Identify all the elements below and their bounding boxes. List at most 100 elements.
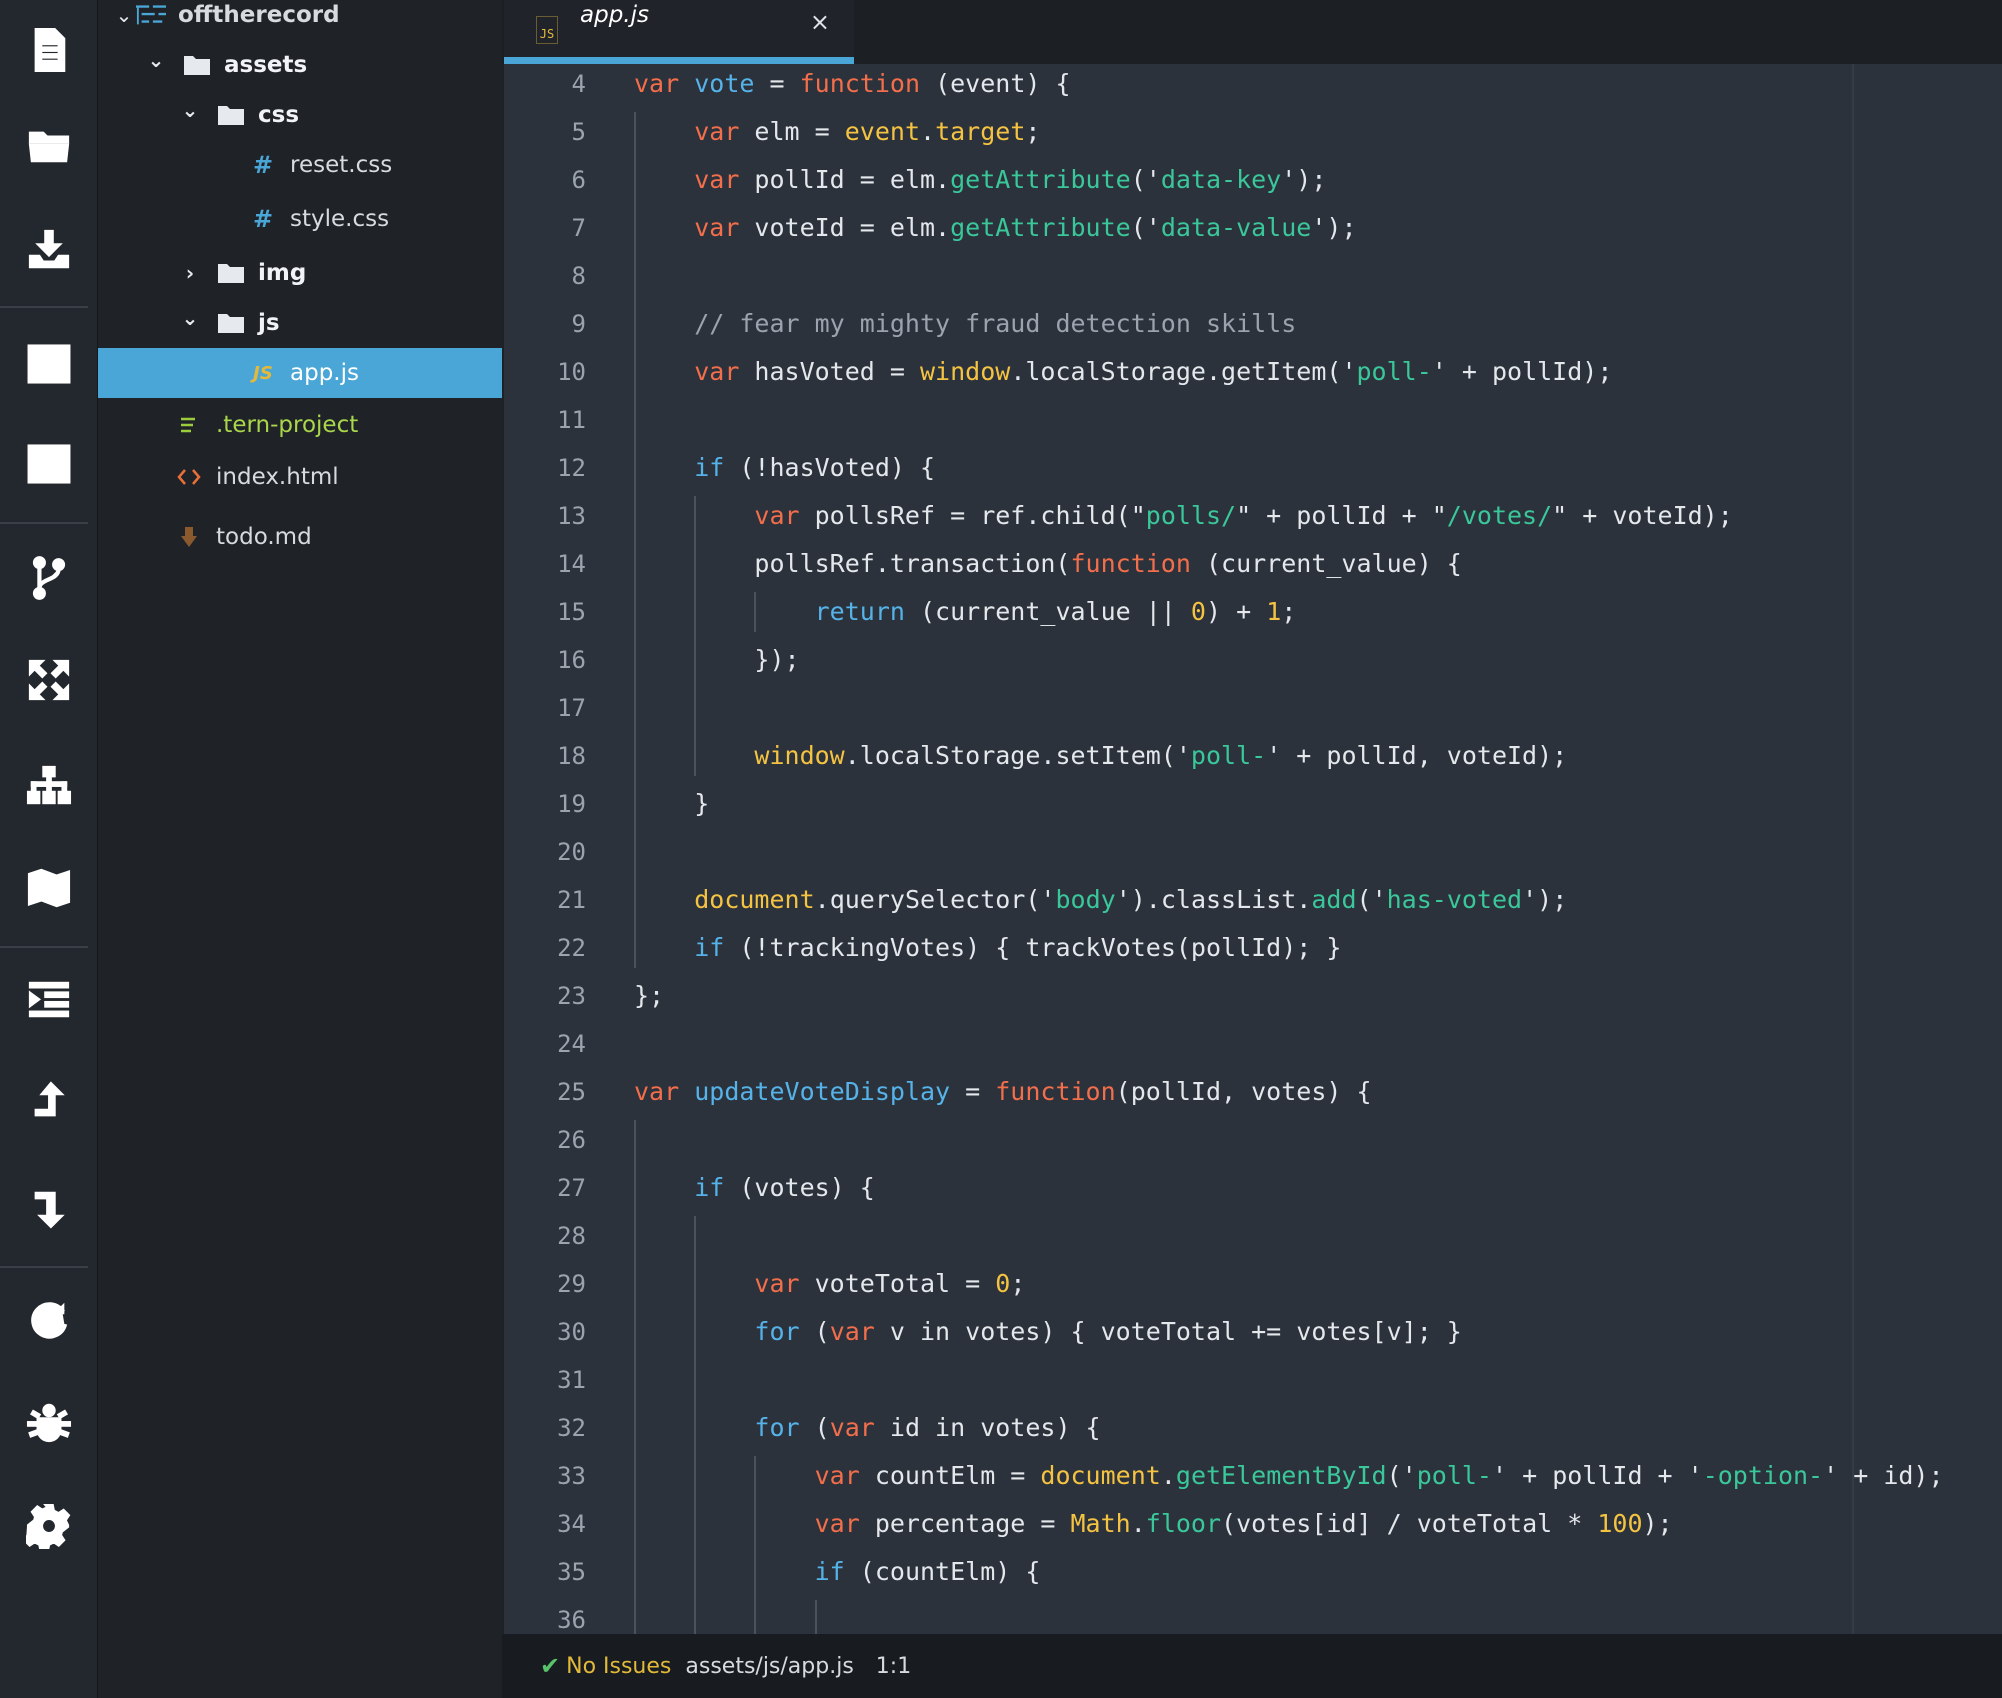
line-number: 8 [571, 262, 586, 290]
code-token: target [935, 117, 1026, 146]
chevron-down-icon: ⌄ [115, 3, 133, 27]
code-line[interactable]: }; [634, 972, 664, 1020]
file-reset-css[interactable]: # reset.css [98, 140, 502, 190]
cursor-position[interactable]: 1:1 [876, 1654, 911, 1679]
code-line[interactable]: }); [634, 636, 799, 684]
code-line[interactable]: // fear my mighty fraud detection skills [634, 300, 1296, 348]
split-vertical-button[interactable] [0, 314, 98, 418]
fullscreen-button[interactable] [0, 630, 98, 734]
indent-guide [634, 112, 636, 968]
bug-icon [26, 1399, 72, 1449]
code-token: id in votes) { [874, 1413, 1101, 1442]
code-line[interactable]: var percentage = Math.floor(votes[id] / … [634, 1500, 1673, 1548]
file-todo-md[interactable]: todo.md [98, 512, 502, 562]
code-line[interactable]: window.localStorage.setItem('poll-' + po… [634, 732, 1567, 780]
code-line[interactable]: var pollsRef = ref.child("polls/" + poll… [634, 492, 1732, 540]
bug-button[interactable] [0, 1372, 98, 1476]
download-arrow-button[interactable] [0, 1158, 98, 1262]
code-token: ' + pollId); [1431, 357, 1613, 386]
folder-js[interactable]: ⌄ js [98, 298, 502, 348]
tree-item-label: img [258, 260, 307, 286]
upload-button[interactable] [0, 1052, 98, 1156]
code-line[interactable]: var elm = event.target; [634, 108, 1040, 156]
folder-css[interactable]: ⌄ css [98, 90, 502, 140]
code-token: for [754, 1317, 800, 1346]
code-token: ').classList. [1115, 885, 1312, 914]
line-number: 17 [557, 694, 586, 722]
line-number: 16 [557, 646, 586, 674]
settings-icon [22, 1503, 72, 1553]
indent-button[interactable] [0, 950, 98, 1054]
project-root[interactable]: ⌄ offtherecord [98, 0, 502, 40]
code-line[interactable]: if (votes) { [634, 1164, 875, 1212]
code-token: event [844, 117, 920, 146]
activity-separator [0, 306, 88, 308]
code-token: v in votes) { voteTotal += votes[v]; } [874, 1317, 1462, 1346]
split-horizontal-button[interactable] [0, 414, 98, 518]
code-line[interactable]: var updateVoteDisplay = function(pollId,… [634, 1068, 1372, 1116]
code-line[interactable]: var vote = function (event) { [634, 64, 1071, 108]
download-button[interactable] [0, 200, 98, 304]
line-number: 12 [557, 454, 586, 482]
code-line[interactable]: return (current_value || 0) + 1; [634, 588, 1297, 636]
file-tern-project[interactable]: .tern-project [98, 400, 502, 450]
code-line[interactable]: document.querySelector('body').classList… [634, 876, 1567, 924]
code-token: pollsRef = ref.child(" [799, 501, 1146, 530]
code-token: has-voted [1386, 885, 1523, 914]
file-style-css[interactable]: # style.css [98, 194, 502, 244]
code-token: function [995, 1077, 1116, 1106]
close-tab-icon[interactable]: × [810, 8, 830, 36]
tab-label: app.js [580, 2, 649, 28]
code-line[interactable]: for (var id in votes) { [634, 1404, 1101, 1452]
code-token: if [694, 933, 725, 962]
line-number: 18 [557, 742, 586, 770]
code-token: ); [1642, 1509, 1673, 1538]
code-token: (' [1386, 1461, 1417, 1490]
code-line[interactable]: var countElm = document.getElementById('… [634, 1452, 1944, 1500]
code-line[interactable]: if (!hasVoted) { [634, 444, 935, 492]
folder-img[interactable]: › img [98, 248, 502, 298]
code-line[interactable]: var pollId = elm.getAttribute('data-key'… [634, 156, 1326, 204]
code-token: (' [1130, 213, 1161, 242]
js-file-icon: JS [253, 362, 273, 384]
git-branch-button[interactable] [0, 528, 98, 632]
code-line[interactable]: if (!trackingVotes) { trackVotes(pollId)… [634, 924, 1341, 972]
file-index-html[interactable]: index.html [98, 452, 502, 502]
code-token: poll- [1416, 1461, 1492, 1490]
map-button[interactable] [0, 838, 98, 942]
folder-assets[interactable]: ⌄ assets [98, 40, 502, 90]
code-line[interactable]: var hasVoted = window.localStorage.getIt… [634, 348, 1612, 396]
git-branch-icon [26, 555, 72, 605]
code-token: (current_value) { [1190, 549, 1462, 578]
code-line[interactable]: pollsRef.transaction(function (current_v… [634, 540, 1462, 588]
code-token: . [1160, 1461, 1176, 1490]
file-button[interactable] [0, 0, 98, 104]
settings-button[interactable] [0, 1476, 98, 1580]
file-app-js[interactable]: JS app.js [98, 348, 502, 398]
folder-button[interactable] [0, 96, 98, 200]
code-token: (' [1130, 165, 1161, 194]
refresh-button[interactable] [0, 1270, 98, 1374]
code-token: (event) { [920, 69, 1071, 98]
line-number: 36 [557, 1606, 586, 1634]
code-token: ; [1025, 117, 1041, 146]
chevron-down-icon: ⌄ [147, 48, 165, 72]
indent-icon [26, 977, 72, 1027]
code-line[interactable]: for (var v in votes) { voteTotal += vote… [634, 1308, 1462, 1356]
line-number: 15 [557, 598, 586, 626]
code-area[interactable]: var vote = function (event) { var elm = … [634, 64, 1994, 1634]
code-token: ; [1010, 1269, 1026, 1298]
line-number: 33 [557, 1462, 586, 1490]
issues-status[interactable]: No Issues [566, 1654, 671, 1679]
code-line[interactable]: var voteTotal = 0; [634, 1260, 1025, 1308]
folder-icon [216, 262, 246, 284]
code-token: '); [1311, 213, 1357, 242]
code-line[interactable]: var voteId = elm.getAttribute('data-valu… [634, 204, 1357, 252]
sitemap-button[interactable] [0, 736, 98, 840]
code-editor[interactable]: 4 5 6 7 8 9 10 11 12 13 14 15 16 17 18 19 20 21 22 23 24 25 26… [504, 64, 2002, 1634]
tab-app-js[interactable]: JS app.js × [504, 0, 854, 64]
code-line[interactable]: } [634, 780, 709, 828]
